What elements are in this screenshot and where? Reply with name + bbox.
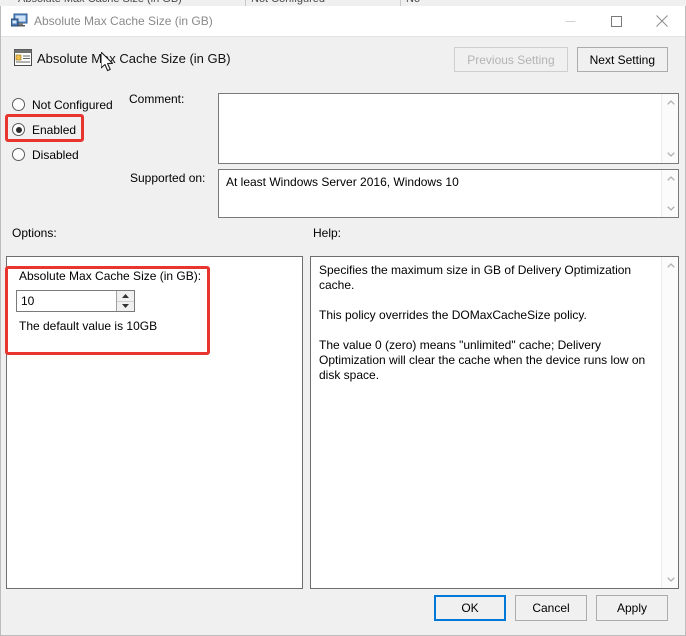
cache-size-value[interactable]: 10 — [17, 291, 116, 311]
background-column-comment: No — [406, 0, 420, 5]
background-column-setting: Absolute Max Cache Size (in GB) — [18, 0, 182, 5]
help-paragraph: The value 0 (zero) means "unlimited" cac… — [319, 338, 646, 382]
radio-label: Not Configured — [32, 97, 113, 112]
navigation-buttons: Previous Setting Next Setting — [454, 47, 668, 72]
help-scrollbar[interactable] — [661, 257, 678, 588]
radio-icon — [12, 123, 25, 136]
cancel-button[interactable]: Cancel — [515, 595, 587, 621]
radio-enabled[interactable]: Enabled — [11, 117, 126, 142]
supported-on-value: At least Windows Server 2016, Windows 10 — [226, 175, 459, 189]
radio-disabled[interactable]: Disabled — [11, 142, 126, 167]
radio-not-configured[interactable]: Not Configured — [11, 92, 126, 117]
setting-header: Absolute Max Cache Size (in GB) Previous… — [1, 37, 685, 82]
scroll-down-icon[interactable] — [662, 571, 679, 588]
radio-icon — [12, 148, 25, 161]
maximize-icon[interactable] — [593, 6, 639, 36]
help-paragraph: Specifies the maximum size in GB of Deli… — [319, 263, 632, 292]
scroll-up-icon[interactable] — [662, 257, 679, 274]
ok-button[interactable]: OK — [434, 595, 506, 621]
cache-size-note: The default value is 10GB — [19, 319, 158, 333]
cache-size-stepper[interactable]: 10 — [16, 290, 135, 312]
help-text: Specifies the maximum size in GB of Deli… — [319, 263, 656, 383]
radio-label: Enabled — [32, 122, 77, 137]
cache-size-label: Absolute Max Cache Size (in GB): — [19, 269, 202, 283]
comment-input[interactable] — [218, 93, 679, 164]
scroll-down-icon[interactable] — [662, 200, 679, 217]
comment-label: Comment: — [129, 92, 185, 106]
stepper-up-icon[interactable] — [117, 291, 134, 302]
scroll-up-icon[interactable] — [662, 170, 679, 187]
supported-on-field[interactable]: At least Windows Server 2016, Windows 10 — [218, 169, 679, 218]
window-controls — [547, 6, 685, 36]
apply-button[interactable]: Apply — [596, 595, 668, 621]
minimize-icon[interactable] — [547, 6, 593, 36]
radio-icon — [12, 98, 25, 111]
help-panel: Specifies the maximum size in GB of Deli… — [310, 256, 679, 589]
stepper-buttons — [116, 291, 134, 311]
supported-on-scrollbar[interactable] — [661, 170, 678, 217]
scroll-down-icon[interactable] — [662, 146, 679, 163]
policy-monitor-icon — [10, 13, 28, 29]
supported-on-label: Supported on: — [130, 171, 206, 185]
policy-state-radio-group: Not Configured Enabled Disabled — [11, 92, 126, 167]
dialog-action-buttons: OK Cancel Apply — [434, 595, 668, 621]
next-setting-button[interactable]: Next Setting — [576, 47, 668, 72]
window-title: Absolute Max Cache Size (in GB) — [34, 14, 213, 28]
policy-setting-icon — [14, 49, 32, 66]
radio-label: Disabled — [32, 147, 79, 162]
stepper-down-icon[interactable] — [117, 302, 134, 312]
policy-setting-dialog: Absolute Max Cache Size (in GB) Absolute… — [0, 6, 686, 636]
previous-setting-button[interactable]: Previous Setting — [454, 47, 568, 72]
comment-scrollbar[interactable] — [661, 94, 678, 163]
background-column-state: Not Configured — [251, 0, 325, 5]
help-paragraph: This policy overrides the DOMaxCacheSize… — [319, 308, 587, 322]
options-panel: Absolute Max Cache Size (in GB): 10 The … — [6, 256, 303, 589]
setting-title: Absolute Max Cache Size (in GB) — [37, 51, 231, 66]
title-bar: Absolute Max Cache Size (in GB) — [1, 6, 685, 37]
scroll-up-icon[interactable] — [662, 94, 679, 111]
options-section-label: Options: — [12, 226, 57, 240]
help-section-label: Help: — [313, 226, 342, 240]
close-icon[interactable] — [639, 6, 685, 36]
